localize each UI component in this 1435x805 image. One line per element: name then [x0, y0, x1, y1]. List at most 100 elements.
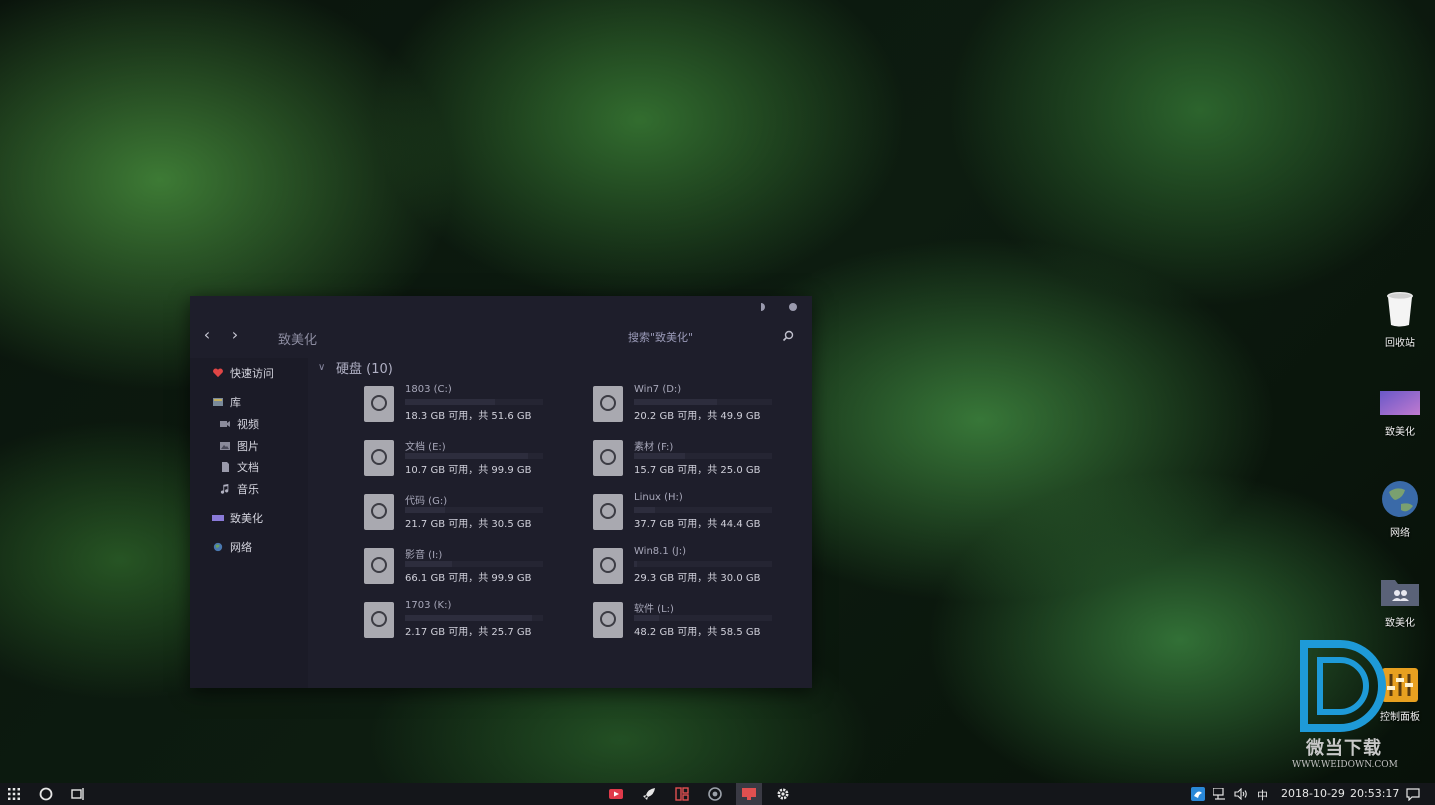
hard-disk-icon	[364, 386, 394, 422]
drive-free-space: 48.2 GB 可用，共 58.5 GB	[634, 627, 761, 638]
sidebar-item-label: 视频	[237, 418, 259, 431]
sidebar-item-zhimeihua[interactable]: 致美化	[212, 510, 263, 526]
drive-usage-bar	[634, 507, 772, 513]
drive-name: Win8.1 (J:)	[634, 546, 686, 557]
chrome-icon	[708, 787, 722, 801]
desktop-icon-label: 网络	[1390, 528, 1410, 539]
group-title: 硬盘 (10)	[336, 362, 393, 377]
tray-date[interactable]: 2018-10-29	[1281, 787, 1345, 800]
drive-usage-fill	[634, 507, 655, 513]
hard-disk-icon	[364, 440, 394, 476]
close-button[interactable]	[788, 302, 798, 312]
sidebar-item-network[interactable]: 网络	[212, 539, 252, 555]
navigation-buttons: ‹ ›	[200, 326, 242, 344]
forward-button[interactable]: ›	[228, 326, 242, 344]
taskbar-app-rocket[interactable]	[639, 783, 659, 805]
sidebar-item-videos[interactable]: 视频	[219, 416, 259, 432]
shared-folder-icon	[1381, 580, 1419, 606]
drive-item[interactable]: Win8.1 (J:) 29.3 GB 可用，共 30.0 GB	[593, 544, 798, 588]
library-icon	[213, 398, 223, 406]
drive-name: Win7 (D:)	[634, 384, 682, 395]
drive-item[interactable]: 影音 (I:) 66.1 GB 可用，共 99.9 GB	[364, 544, 569, 588]
address-bar[interactable]: 致美化	[278, 329, 317, 348]
drives-group-header[interactable]: ∨ 硬盘 (10)	[318, 358, 393, 377]
drive-usage-bar	[634, 399, 772, 405]
hard-disk-icon	[593, 440, 623, 476]
sidebar-item-library[interactable]: 库	[212, 394, 241, 410]
drive-usage-fill	[405, 453, 528, 459]
drive-item[interactable]: 代码 (G:) 21.7 GB 可用，共 30.5 GB	[364, 490, 569, 534]
start-button[interactable]	[4, 783, 24, 805]
hard-disk-icon	[593, 602, 623, 638]
task-view-icon	[71, 788, 84, 800]
drive-free-space: 66.1 GB 可用，共 99.9 GB	[405, 573, 532, 584]
taskbar-app-tools[interactable]	[672, 783, 692, 805]
bird-icon	[1191, 787, 1205, 801]
maximize-button[interactable]	[756, 302, 766, 312]
picture-icon	[220, 442, 230, 450]
drive-item[interactable]: Win7 (D:) 20.2 GB 可用，共 49.9 GB	[593, 382, 798, 426]
drive-item[interactable]: Linux (H:) 37.7 GB 可用，共 44.4 GB	[593, 490, 798, 534]
sidebar-item-music[interactable]: 音乐	[219, 481, 259, 497]
sidebar-item-pictures[interactable]: 图片	[219, 438, 259, 454]
sidebar-item-documents[interactable]: 文档	[219, 459, 259, 475]
tray-time[interactable]: 20:53:17	[1350, 787, 1399, 800]
taskbar-app-video[interactable]	[606, 783, 626, 805]
tray-network[interactable]	[1212, 783, 1228, 805]
purple-monitor-icon	[1380, 391, 1420, 415]
sidebar-item-quick-access[interactable]: 快速访问	[212, 365, 274, 381]
desktop-icon-recycle-bin[interactable]: 回收站	[1370, 290, 1430, 349]
sidebar-item-label: 文档	[237, 461, 259, 474]
desktop-icon-network[interactable]: 网络	[1370, 480, 1430, 539]
search-icon[interactable]	[782, 330, 794, 342]
sidebar-item-label: 音乐	[237, 483, 259, 496]
drive-item[interactable]: 1803 (C:) 18.3 GB 可用，共 51.6 GB	[364, 382, 569, 426]
search-input[interactable]: 搜索"致美化"	[628, 329, 693, 345]
drive-usage-bar	[405, 453, 543, 459]
drive-item[interactable]: 1703 (K:) 2.17 GB 可用，共 25.7 GB	[364, 598, 569, 642]
circle-icon	[789, 303, 797, 311]
back-button[interactable]: ‹	[200, 326, 214, 344]
drive-usage-fill	[634, 399, 717, 405]
drive-usage-fill	[634, 615, 659, 621]
drive-free-space: 2.17 GB 可用，共 25.7 GB	[405, 627, 532, 638]
drive-item[interactable]: 文档 (E:) 10.7 GB 可用，共 99.9 GB	[364, 436, 569, 480]
desktop-icon-label: 致美化	[1385, 618, 1415, 629]
drive-free-space: 37.7 GB 可用，共 44.4 GB	[634, 519, 761, 530]
document-icon	[222, 462, 229, 472]
taskbar-app-monitor[interactable]	[736, 783, 762, 805]
drive-item[interactable]: 软件 (L:) 48.2 GB 可用，共 58.5 GB	[593, 598, 798, 642]
weidown-logo	[1300, 640, 1386, 732]
minimize-button[interactable]	[724, 302, 734, 312]
monitor-icon	[742, 788, 756, 800]
drive-usage-bar	[634, 615, 772, 621]
tray-volume[interactable]	[1233, 783, 1249, 805]
desktop-icon-label: 回收站	[1385, 338, 1415, 349]
window-controls	[724, 302, 798, 312]
drive-free-space: 15.7 GB 可用，共 25.0 GB	[634, 465, 761, 476]
taskbar-app-chrome[interactable]	[705, 783, 725, 805]
watermark-brand: 微当下载	[1306, 738, 1382, 759]
sidebar-item-label: 致美化	[230, 512, 263, 525]
sidebar-item-label: 网络	[230, 541, 252, 554]
taskbar-app-settings[interactable]	[773, 783, 793, 805]
search-button[interactable]	[36, 783, 56, 805]
desktop-icon-zhimeihua-folder[interactable]: 致美化	[1370, 576, 1430, 629]
notification-icon	[1406, 787, 1420, 801]
sidebar-item-label: 图片	[237, 440, 259, 453]
tray-ime[interactable]: 中	[1257, 787, 1268, 803]
task-view-button[interactable]	[68, 783, 88, 805]
music-note-icon	[220, 484, 229, 494]
rocket-icon	[643, 788, 655, 800]
weidown-watermark: 微当下载 WWW.WEIDOWN.COM	[1290, 640, 1410, 775]
drive-name: 1703 (K:)	[405, 600, 452, 611]
tray-app-icon[interactable]	[1190, 783, 1206, 805]
drive-free-space: 21.7 GB 可用，共 30.5 GB	[405, 519, 532, 530]
action-center-button[interactable]	[1404, 783, 1422, 805]
drive-free-space: 20.2 GB 可用，共 49.9 GB	[634, 411, 761, 422]
drive-free-space: 10.7 GB 可用，共 99.9 GB	[405, 465, 532, 476]
drive-item[interactable]: 素材 (F:) 15.7 GB 可用，共 25.0 GB	[593, 436, 798, 480]
hard-disk-icon	[364, 494, 394, 530]
drive-usage-bar	[634, 561, 772, 567]
desktop-icon-zhimeihua[interactable]: 致美化	[1370, 389, 1430, 438]
